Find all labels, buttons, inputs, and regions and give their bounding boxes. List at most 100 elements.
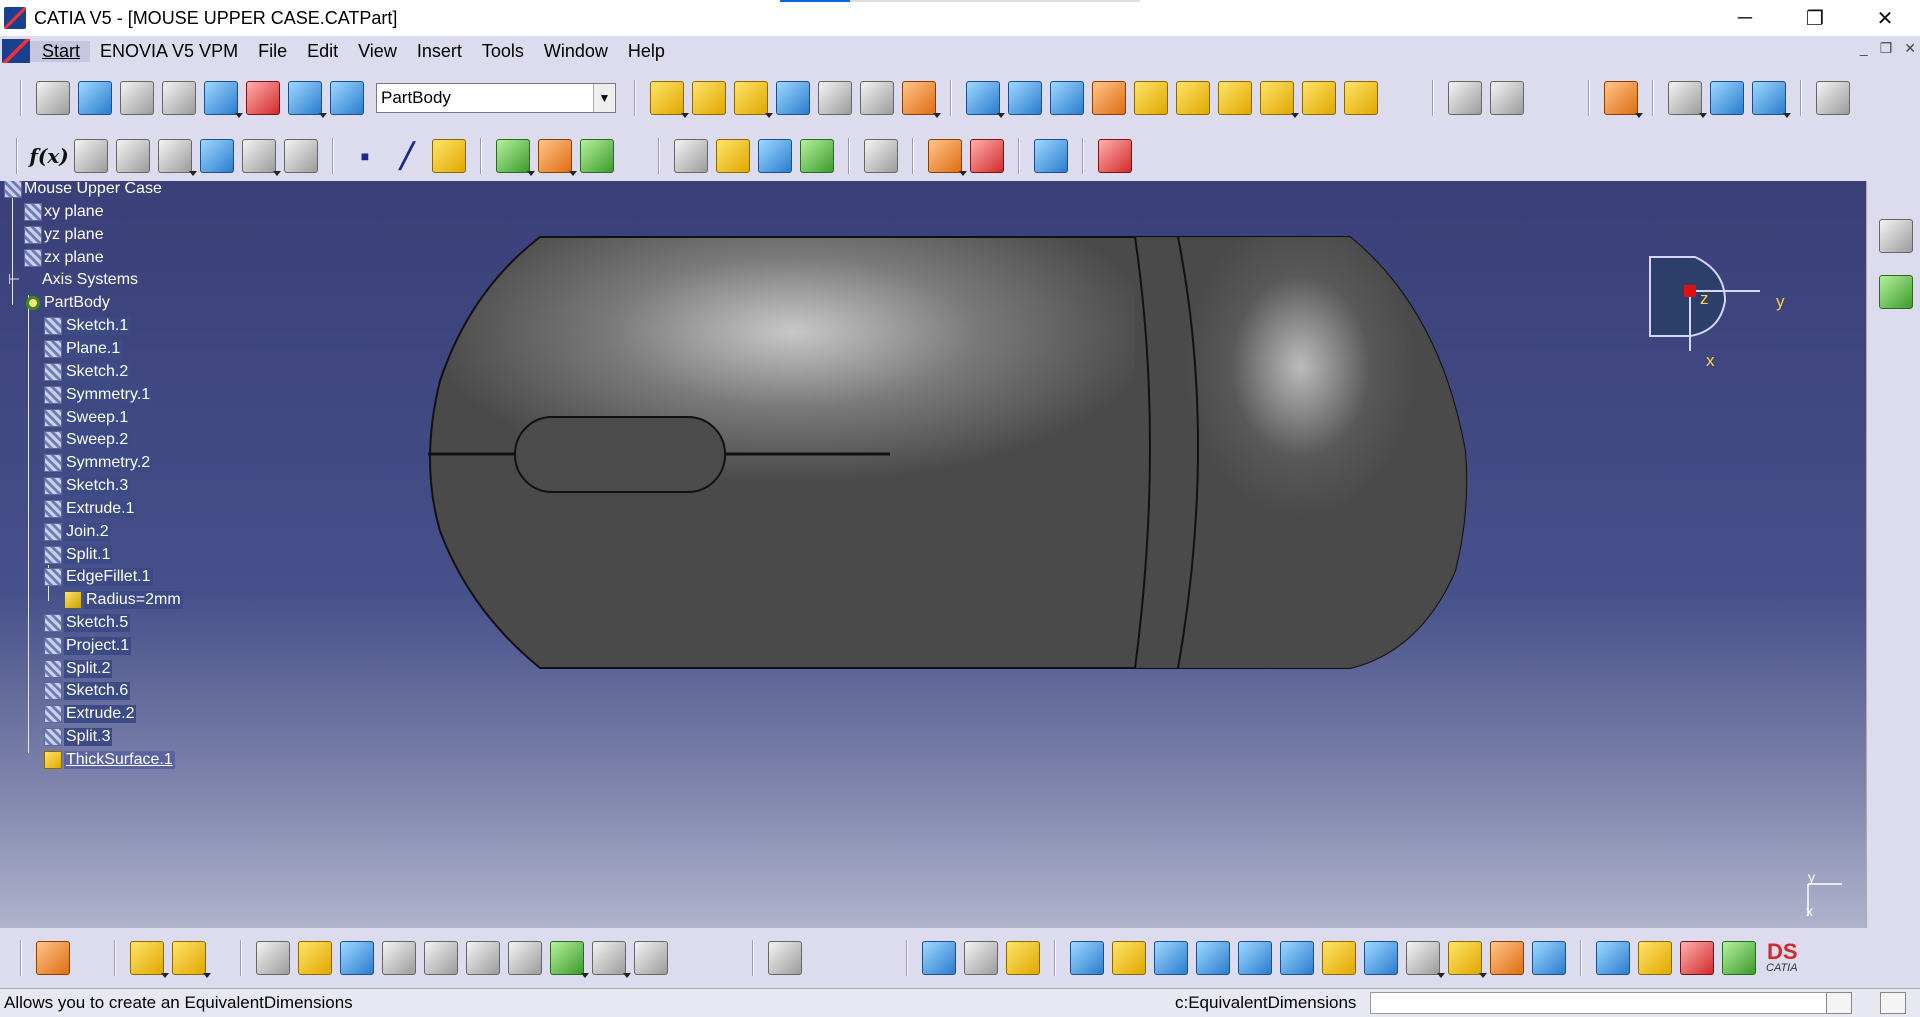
tree-item-symmetry-2[interactable]: Symmetry.2	[44, 452, 153, 474]
tree-item-sketch-1[interactable]: Sketch.1	[44, 315, 131, 337]
cut-icon[interactable]	[424, 941, 458, 975]
start-logo-icon[interactable]	[2, 39, 30, 63]
offset-icon[interactable]	[776, 81, 810, 115]
comment-icon[interactable]	[74, 139, 108, 173]
new-icon[interactable]	[256, 941, 290, 975]
fit-all-icon[interactable]	[1816, 81, 1850, 115]
tree-item-axis-systems[interactable]: ⊢ Axis Systems	[8, 269, 138, 291]
menu-window[interactable]: Window	[534, 41, 618, 62]
sketch-profile-icon[interactable]	[580, 139, 614, 173]
tree-item-extrude-1[interactable]: Extrude.1	[44, 498, 137, 520]
tree-item-sweep-1[interactable]: Sweep.1	[44, 407, 131, 429]
catalog-icon[interactable]	[1098, 139, 1132, 173]
layers-icon[interactable]	[1722, 941, 1756, 975]
thicken-icon[interactable]	[1134, 81, 1168, 115]
intersect-icon[interactable]	[1034, 139, 1068, 173]
hide-show-icon[interactable]	[1668, 81, 1707, 118]
swap-icon[interactable]	[1710, 81, 1744, 115]
link-icon[interactable]	[116, 139, 150, 173]
line-icon[interactable]: ╱	[390, 139, 424, 173]
grid-icon[interactable]	[1752, 81, 1791, 118]
assemble-icon[interactable]	[864, 139, 898, 173]
tree-item-edgefillet-1[interactable]: EdgeFillet.1	[44, 566, 153, 588]
solid-combine-icon[interactable]	[674, 139, 708, 173]
boolean-add-icon[interactable]	[928, 139, 967, 176]
tree-item-split-1[interactable]: Split.1	[44, 544, 113, 566]
design-table-icon[interactable]	[158, 139, 197, 176]
menu-edit[interactable]: Edit	[297, 41, 348, 62]
extrude-icon[interactable]	[734, 81, 773, 118]
surface-layers-icon[interactable]	[716, 139, 750, 173]
tree-item-thicksurface-1[interactable]: ThickSurface.1	[44, 749, 175, 771]
box-icon[interactable]	[902, 81, 941, 118]
sweep-icon[interactable]	[966, 81, 1005, 118]
multi-section-icon[interactable]	[1092, 81, 1126, 115]
pad-icon[interactable]	[650, 81, 689, 118]
apply-material-icon[interactable]	[1596, 941, 1630, 975]
redo-icon[interactable]	[592, 941, 631, 978]
power-input-field[interactable]	[1370, 992, 1840, 1014]
fly-mode-icon[interactable]	[1070, 941, 1104, 975]
fit-all-in-icon[interactable]	[1112, 941, 1146, 975]
zoom-out-icon[interactable]	[1280, 941, 1314, 975]
tree-item-split-2[interactable]: Split.2	[44, 658, 113, 680]
restore-button[interactable]: ❐	[1780, 0, 1850, 36]
part-geometry[interactable]	[0, 181, 1866, 928]
tree-item-xy-plane[interactable]: xy plane	[24, 201, 104, 223]
settings-gear-icon[interactable]	[1879, 275, 1913, 309]
open-icon[interactable]	[298, 941, 332, 975]
measure-icon[interactable]	[1490, 81, 1524, 115]
select-arrow-icon[interactable]	[1604, 81, 1643, 118]
cylinder-icon[interactable]	[818, 81, 852, 115]
equivalent-dimensions-icon[interactable]	[284, 139, 318, 173]
render-icon[interactable]	[1680, 941, 1714, 975]
healing-icon[interactable]	[1218, 81, 1252, 115]
hide-show-toggle-icon[interactable]	[1490, 941, 1524, 975]
status-toggle-button[interactable]	[1826, 992, 1852, 1014]
disassemble-icon[interactable]	[1302, 81, 1336, 115]
sketcher-icon[interactable]	[1879, 219, 1913, 253]
measure-inertia-icon[interactable]	[1006, 941, 1040, 975]
hand-icon[interactable]	[78, 81, 112, 115]
tree-item-join-2[interactable]: Join.2	[44, 521, 111, 543]
point-icon[interactable]: ■	[348, 139, 382, 173]
tree-item-sketch-5[interactable]: Sketch.5	[44, 612, 131, 634]
formula-icon[interactable]: f(x)	[29, 139, 68, 173]
save-icon[interactable]	[340, 941, 374, 975]
multi-view-icon[interactable]	[1364, 941, 1398, 975]
measure-item-icon[interactable]	[964, 941, 998, 975]
lock-icon[interactable]	[242, 139, 281, 176]
join-icon[interactable]	[1176, 81, 1210, 115]
sketch-analysis-icon[interactable]	[172, 941, 211, 978]
swap-visible-space-icon[interactable]	[1532, 941, 1566, 975]
tree-item-radius[interactable]: Radius=2mm	[64, 589, 183, 611]
copy-icon[interactable]	[466, 941, 500, 975]
menu-tools[interactable]: Tools	[472, 41, 534, 62]
tree-root[interactable]: Mouse Upper Case	[4, 181, 162, 200]
close-button[interactable]: ✕	[1850, 0, 1920, 36]
tree-item-project-1[interactable]: Project.1	[44, 635, 132, 657]
undo-icon[interactable]	[550, 941, 589, 978]
tree-item-symmetry-1[interactable]: Symmetry.1	[44, 384, 153, 406]
tree-item-partbody[interactable]: PartBody	[24, 292, 110, 314]
menu-help[interactable]: Help	[618, 41, 675, 62]
plane-icon[interactable]	[432, 139, 466, 173]
current-body-select[interactable]: PartBody ▼	[376, 83, 616, 113]
untrim-icon[interactable]	[1260, 81, 1299, 118]
shading-icon[interactable]	[1448, 941, 1487, 978]
tree-item-zx-plane[interactable]: zx plane	[24, 247, 104, 269]
pan-icon[interactable]	[1154, 941, 1188, 975]
binary-icon[interactable]	[162, 81, 196, 115]
body-icon[interactable]	[204, 81, 243, 118]
plane-layer-icon[interactable]	[330, 81, 364, 115]
menu-file[interactable]: File	[248, 41, 297, 62]
fill-icon[interactable]	[1050, 81, 1084, 115]
update-icon[interactable]	[36, 81, 70, 115]
tree-item-sweep-2[interactable]: Sweep.2	[44, 429, 131, 451]
list-icon[interactable]	[288, 81, 327, 118]
blend-icon[interactable]	[1008, 81, 1042, 115]
iso-view-icon[interactable]	[1406, 941, 1445, 978]
tree-item-split-3[interactable]: Split.3	[44, 726, 113, 748]
sketch-output-icon[interactable]	[538, 139, 577, 176]
tree-item-sketch-3[interactable]: Sketch.3	[44, 475, 131, 497]
